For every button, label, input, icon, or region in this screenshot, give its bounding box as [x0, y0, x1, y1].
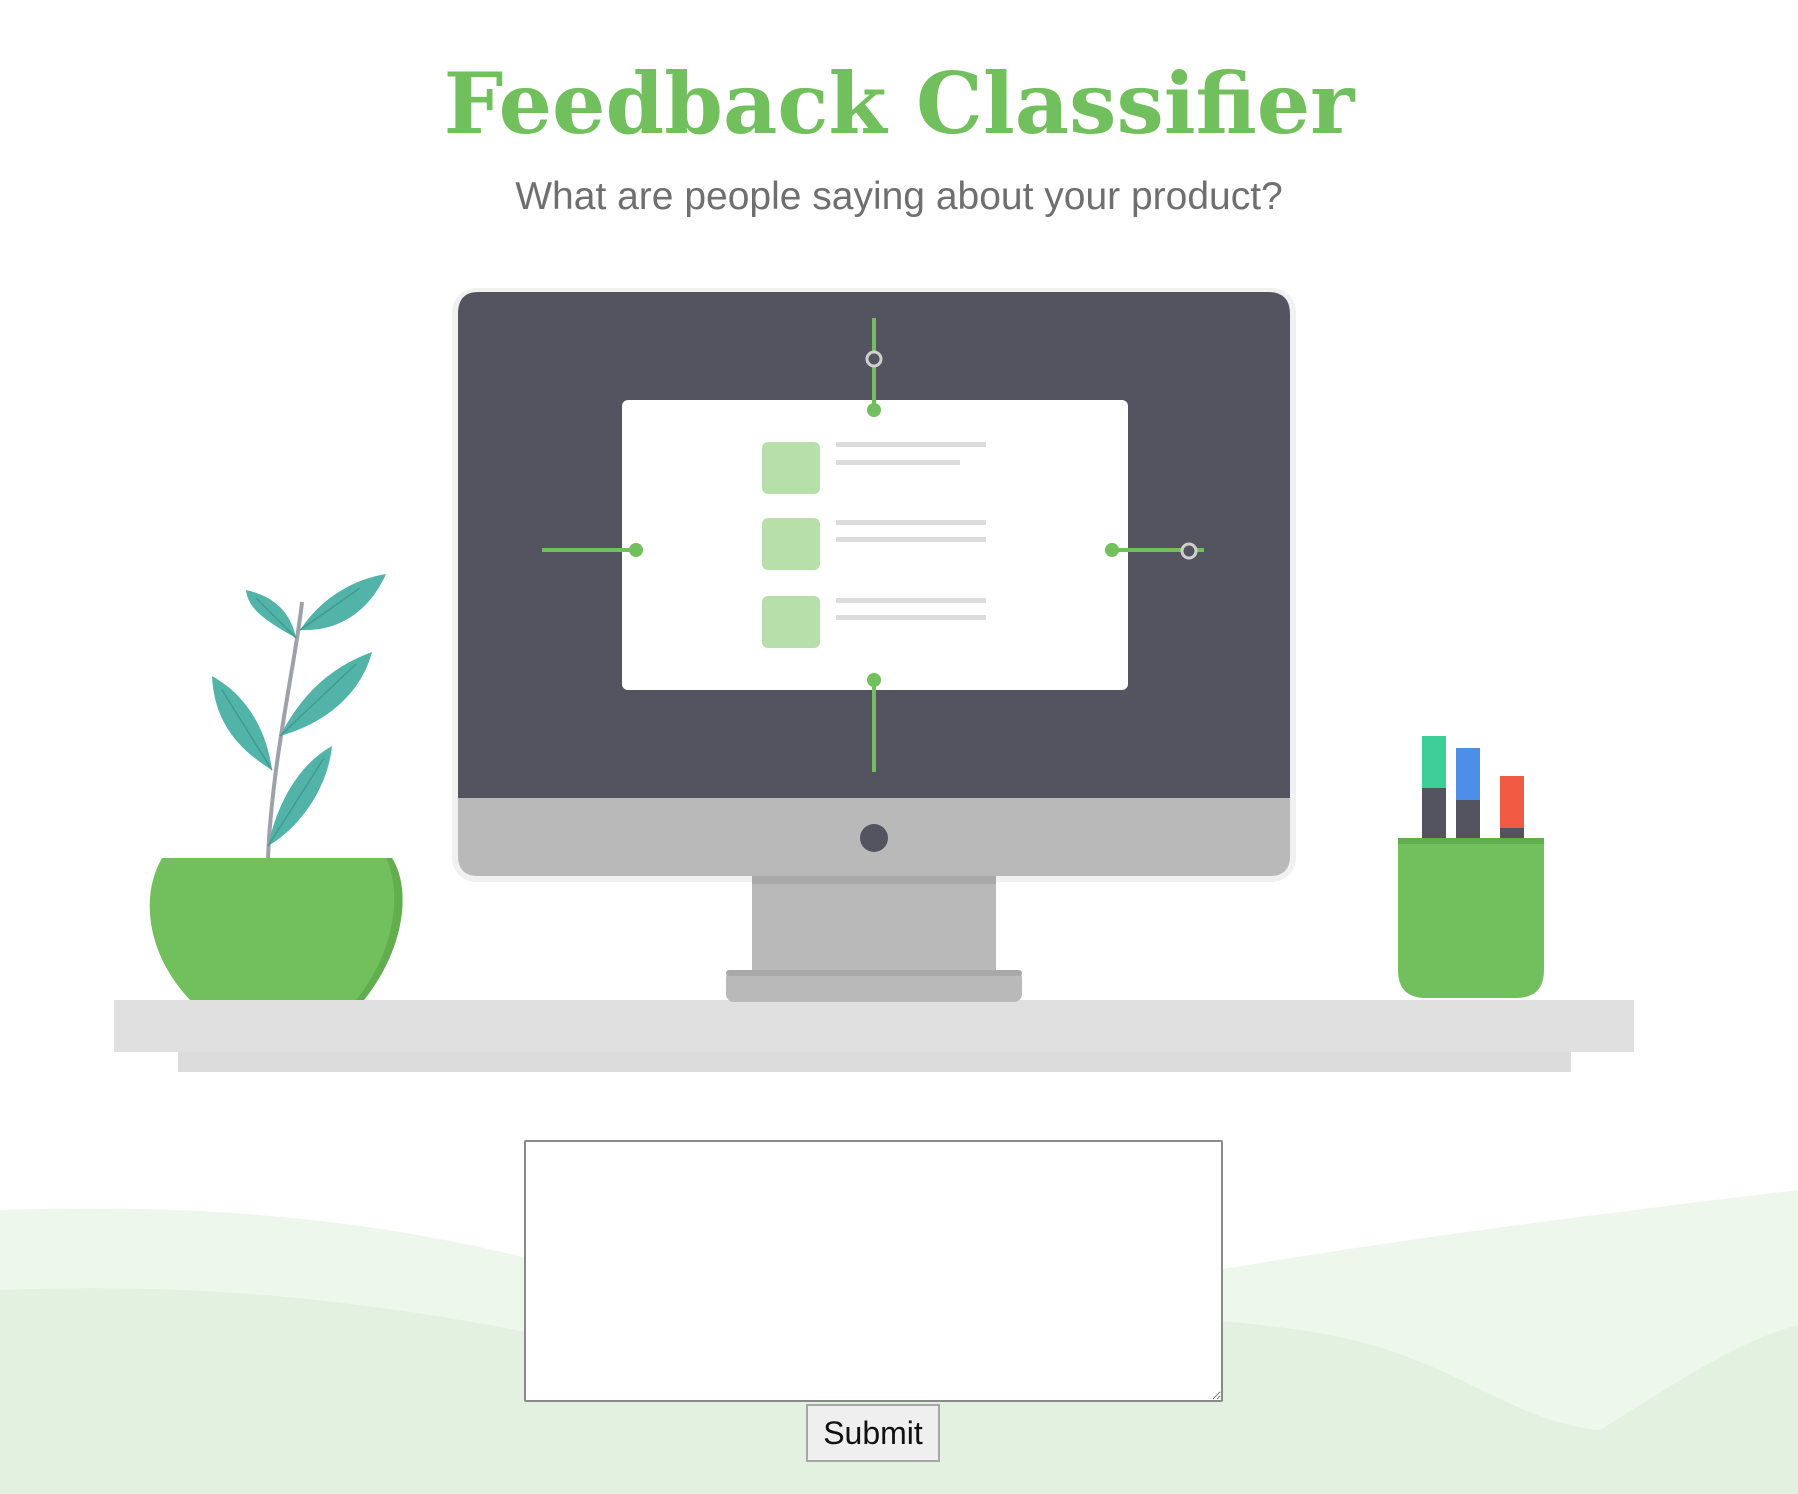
cup-body	[1398, 838, 1544, 998]
feedback-input[interactable]	[524, 1140, 1223, 1402]
page-title: Feedback Classifier	[443, 54, 1355, 153]
monitor-camera-dot	[860, 824, 888, 852]
plant-pot	[149, 858, 403, 1000]
marker-blue	[1456, 748, 1480, 802]
monitor	[452, 288, 1296, 1002]
desk-illustration	[114, 288, 1634, 1072]
marker-red	[1500, 776, 1524, 830]
list-item-thumb	[762, 596, 820, 648]
marker-green	[1422, 736, 1446, 790]
submit-button[interactable]: Submit	[806, 1404, 940, 1462]
potted-plant	[149, 574, 403, 1000]
page-subtitle: What are people saying about your produc…	[515, 175, 1283, 218]
list-item-thumb	[762, 518, 820, 570]
desk	[114, 1000, 1634, 1072]
page: Feedback Classifier What are people sayi…	[0, 0, 1798, 1494]
marker-cup	[1398, 736, 1544, 998]
monitor-stand-neck	[752, 876, 996, 976]
list-item-thumb	[762, 442, 820, 494]
